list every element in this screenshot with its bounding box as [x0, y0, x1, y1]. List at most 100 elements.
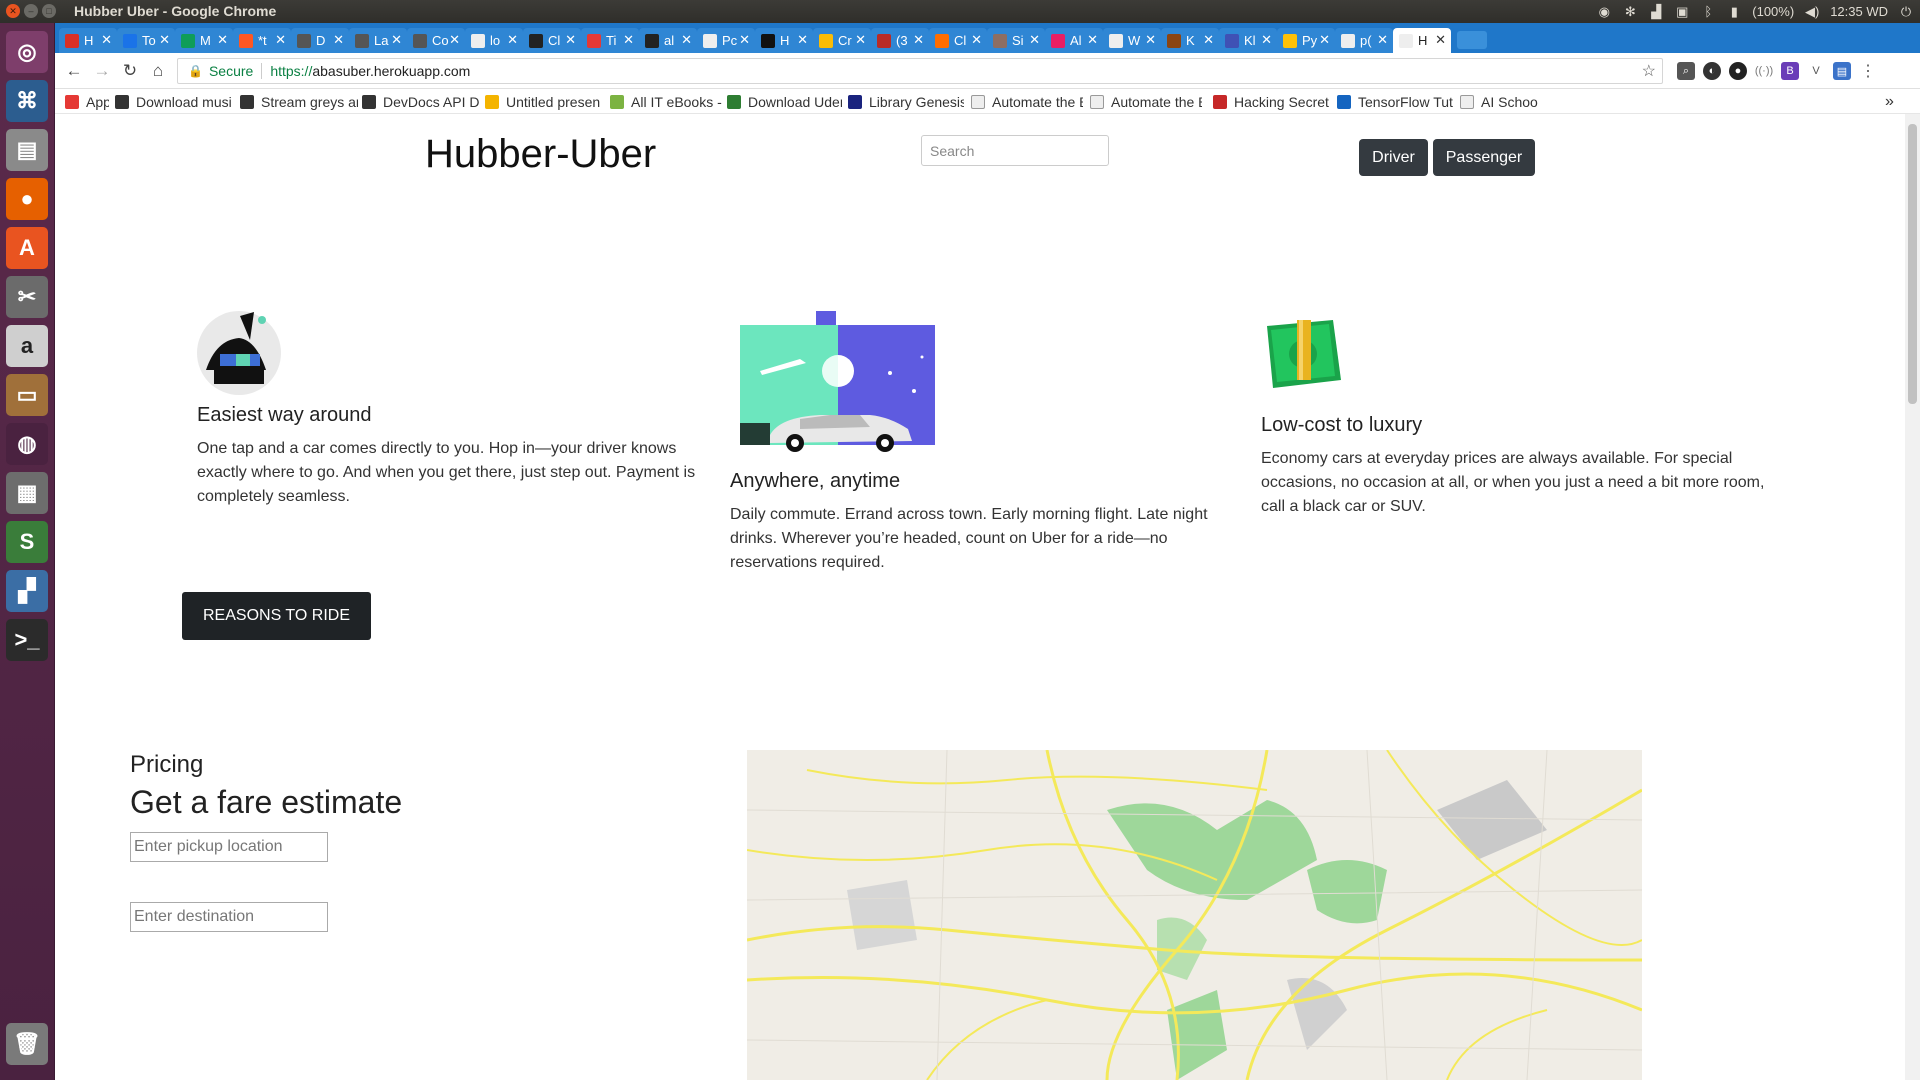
slack-launcher-icon[interactable]: S — [6, 521, 48, 563]
trash-icon[interactable]: 🗑 — [6, 1023, 48, 1065]
bookmark-star-icon[interactable]: ☆ — [1642, 61, 1656, 81]
browser-tab[interactable]: H ✕ — [755, 28, 813, 53]
reload-icon[interactable]: ↻ — [119, 60, 141, 82]
browser-tab[interactable]: K ✕ — [1161, 28, 1219, 53]
extension-v-icon[interactable]: V — [1807, 62, 1825, 80]
browser-tab[interactable]: *t ✕ — [233, 28, 291, 53]
browser-tab[interactable]: Co ✕ — [407, 28, 465, 53]
system-tools-icon[interactable]: ✂ — [6, 276, 48, 318]
tab-close-icon[interactable]: ✕ — [449, 32, 460, 48]
tab-close-icon[interactable]: ✕ — [1319, 32, 1330, 48]
browser-tab[interactable]: Cr ✕ — [813, 28, 871, 53]
driver-button[interactable]: Driver — [1359, 139, 1428, 176]
tab-close-icon[interactable]: ✕ — [855, 32, 866, 48]
back-icon[interactable]: ← — [63, 60, 85, 82]
reasons-to-ride-button[interactable]: REASONS TO RIDE — [182, 592, 371, 640]
tab-close-icon[interactable]: ✕ — [623, 32, 634, 48]
browser-tab[interactable]: Cl ✕ — [929, 28, 987, 53]
tab-close-icon[interactable]: ✕ — [971, 32, 982, 48]
menu-icon[interactable]: ⋮ — [1859, 62, 1877, 80]
extension-dark-icon[interactable]: ● — [1729, 62, 1747, 80]
archive-launcher-icon[interactable]: ▭ — [6, 374, 48, 416]
window-close-button[interactable]: ✕ — [6, 4, 20, 18]
files-launcher-icon[interactable]: ▤ — [6, 129, 48, 171]
amazon-launcher-icon[interactable]: a — [6, 325, 48, 367]
volume-icon[interactable]: ◀) — [1804, 4, 1820, 20]
bookmark-item[interactable]: Automate the B — [1090, 92, 1202, 112]
chrome-tray-icon[interactable]: ◉ — [1596, 4, 1612, 20]
browser-tab[interactable]: Py ✕ — [1277, 28, 1335, 53]
bookmark-item[interactable]: Hacking Secret — [1213, 92, 1331, 112]
browser-tab[interactable]: al ✕ — [639, 28, 697, 53]
tab-close-icon[interactable]: ✕ — [333, 32, 344, 48]
browser-tab[interactable]: Si ✕ — [987, 28, 1045, 53]
browser-tab[interactable]: lo ✕ — [465, 28, 523, 53]
settings-tray-icon[interactable]: ✻ — [1622, 4, 1638, 20]
destination-input[interactable] — [130, 902, 328, 932]
firefox-launcher-icon[interactable]: ● — [6, 178, 48, 220]
battery-icon[interactable]: ▮ — [1726, 4, 1742, 20]
scrollbar-thumb[interactable] — [1908, 124, 1917, 404]
browser-tab[interactable]: Kl ✕ — [1219, 28, 1277, 53]
bookmark-item[interactable]: TensorFlow Tut — [1337, 92, 1455, 112]
bookmarks-overflow-icon[interactable]: » — [1885, 92, 1894, 112]
bookmark-item[interactable]: Download musi — [115, 92, 235, 112]
screenshot-launcher-icon[interactable]: ▞ — [6, 570, 48, 612]
tab-close-icon[interactable]: ✕ — [913, 32, 924, 48]
tab-close-icon[interactable]: ✕ — [1087, 32, 1098, 48]
calculator-launcher-icon[interactable]: ▦ — [6, 472, 48, 514]
terminal-launcher-icon[interactable]: >_ — [6, 619, 48, 661]
window-minimize-button[interactable]: – — [24, 4, 38, 18]
browser-tab[interactable]: Al ✕ — [1045, 28, 1103, 53]
bookmark-item[interactable]: Download Uden — [727, 92, 842, 112]
bluetooth-icon[interactable]: ᛒ — [1700, 4, 1716, 20]
bookmark-item[interactable]: DevDocs API Do — [362, 92, 480, 112]
forward-icon[interactable]: → — [91, 60, 113, 82]
browser-tab[interactable]: Pc ✕ — [697, 28, 755, 53]
passenger-button[interactable]: Passenger — [1433, 139, 1535, 176]
tab-close-icon[interactable]: ✕ — [275, 32, 286, 48]
tab-close-icon[interactable]: ✕ — [1261, 32, 1272, 48]
tab-active[interactable]: H ✕ — [1393, 28, 1451, 53]
browser-tab[interactable]: M ✕ — [175, 28, 233, 53]
extension-search-icon[interactable]: ⌕ — [1677, 62, 1695, 80]
browser-tab[interactable]: La ✕ — [349, 28, 407, 53]
tab-close-icon[interactable]: ✕ — [681, 32, 692, 48]
bookmark-item[interactable]: Stream greys an — [240, 92, 358, 112]
tab-close-icon[interactable]: ✕ — [101, 32, 112, 48]
tab-close-icon[interactable]: ✕ — [1029, 32, 1040, 48]
browser-tab[interactable]: To ✕ — [117, 28, 175, 53]
tab-close-icon[interactable]: ✕ — [1203, 32, 1214, 48]
extension-calendar-icon[interactable]: ▤ — [1833, 62, 1851, 80]
bookmark-item[interactable]: All IT eBooks - F — [610, 92, 722, 112]
tab-close-icon[interactable]: ✕ — [159, 32, 170, 48]
browser-tab[interactable]: p(✕ — [1335, 28, 1393, 53]
tab-close-icon[interactable]: ✕ — [797, 32, 808, 48]
chrome-launcher-icon[interactable]: ◍ — [6, 423, 48, 465]
network-icon[interactable]: ▟ — [1648, 4, 1664, 20]
pickup-input[interactable] — [130, 832, 328, 862]
map[interactable] — [747, 750, 1642, 1080]
tab-close-icon[interactable]: ✕ — [739, 32, 750, 48]
page-scrollbar[interactable] — [1905, 114, 1920, 1080]
search-input[interactable] — [921, 135, 1109, 166]
extension-circle-icon[interactable]: ◐ — [1703, 62, 1721, 80]
browser-tab[interactable]: Ti ✕ — [581, 28, 639, 53]
extension-b-icon[interactable]: B — [1781, 62, 1799, 80]
extension-wave-icon[interactable]: ((·)) — [1755, 62, 1773, 80]
bookmark-item[interactable]: Automate the B — [971, 92, 1083, 112]
keyboard-layout-icon[interactable]: ▣ — [1674, 4, 1690, 20]
browser-tab[interactable]: (3 ✕ — [871, 28, 929, 53]
browser-tab[interactable]: W ✕ — [1103, 28, 1161, 53]
tab-close-icon[interactable]: ✕ — [1377, 32, 1388, 48]
tab-close-icon[interactable]: ✕ — [565, 32, 576, 48]
browser-tab[interactable]: Cl ✕ — [523, 28, 581, 53]
vscode-launcher-icon[interactable]: ⌘ — [6, 80, 48, 122]
home-icon[interactable]: ⌂ — [147, 60, 169, 82]
address-bar[interactable]: 🔒 Secure https:// abasuber.herokuapp.com… — [177, 58, 1663, 84]
browser-tab[interactable]: D ✕ — [291, 28, 349, 53]
software-center-icon[interactable]: A — [6, 227, 48, 269]
clock[interactable]: 12:35 WD — [1830, 4, 1888, 19]
tab-close-icon[interactable]: ✕ — [391, 32, 402, 48]
new-tab-button[interactable] — [1457, 31, 1487, 49]
